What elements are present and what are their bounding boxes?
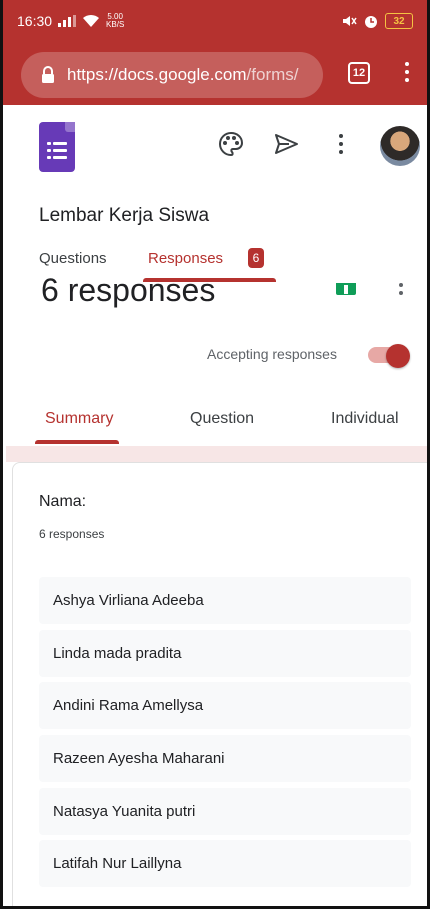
response-count: 6 responses: [41, 272, 216, 308]
send-icon[interactable]: [272, 130, 300, 158]
google-forms-icon[interactable]: [39, 122, 75, 172]
tab-switcher-button[interactable]: 12: [348, 62, 370, 84]
wifi-icon: [83, 14, 100, 27]
battery-icon: 32: [385, 13, 413, 29]
tab-responses[interactable]: Responses: [148, 250, 223, 267]
tab-question[interactable]: Question: [190, 410, 254, 428]
status-time: 16:30: [17, 13, 53, 29]
form-title: Lembar Kerja Siswa: [39, 205, 210, 226]
status-bar: 16:30 5.00 KB/S 32: [17, 10, 413, 32]
more-vert-icon[interactable]: [337, 134, 345, 154]
browser-menu-icon[interactable]: [401, 60, 413, 84]
divider: [6, 446, 427, 462]
question-response-count: 6 responses: [39, 527, 105, 541]
list-item: Natasya Yuanita putri: [39, 787, 411, 835]
url-host: https://docs.google.com: [67, 65, 247, 84]
network-speed: 5.00 KB/S: [106, 13, 124, 29]
url-text: https://docs.google.com/forms/: [67, 65, 299, 85]
responses-more-icon[interactable]: [397, 283, 405, 299]
sheets-icon[interactable]: [336, 283, 356, 295]
browser-chrome: 16:30 5.00 KB/S 32 https://docs.google.c…: [3, 0, 427, 105]
response-view-tabs: Summary Question Individual: [3, 398, 427, 448]
alarm-icon: [365, 16, 377, 28]
responses-badge: 6: [248, 248, 264, 268]
list-item: Ashya Virliana Adeeba: [39, 577, 411, 624]
tab-individual[interactable]: Individual: [331, 410, 399, 428]
list-item: Linda mada pradita: [39, 629, 411, 677]
lock-icon: [35, 66, 61, 84]
list-item: Latifah Nur Laillyna: [39, 840, 411, 888]
avatar[interactable]: [380, 126, 420, 166]
accepting-responses-label: Accepting responses: [207, 346, 337, 362]
subtab-indicator: [35, 440, 119, 444]
accepting-responses-toggle[interactable]: [368, 344, 410, 368]
screen: 16:30 5.00 KB/S 32 https://docs.google.c…: [0, 0, 430, 909]
answer-list: Ashya Virliana Adeeba Linda mada pradita…: [39, 577, 411, 893]
palette-icon[interactable]: [217, 130, 245, 158]
network-speed-unit: KB/S: [106, 20, 125, 29]
mute-icon: [343, 16, 357, 26]
tab-questions[interactable]: Questions: [39, 250, 107, 267]
address-bar[interactable]: https://docs.google.com/forms/: [21, 52, 323, 98]
list-item: Razeen Ayesha Maharani: [39, 735, 411, 783]
signal-icon: [58, 15, 77, 27]
list-item: Andini Rama Amellysa: [39, 682, 411, 730]
url-path: /forms/: [246, 65, 299, 84]
tab-summary[interactable]: Summary: [45, 410, 113, 428]
question-title: Nama:: [39, 493, 87, 510]
